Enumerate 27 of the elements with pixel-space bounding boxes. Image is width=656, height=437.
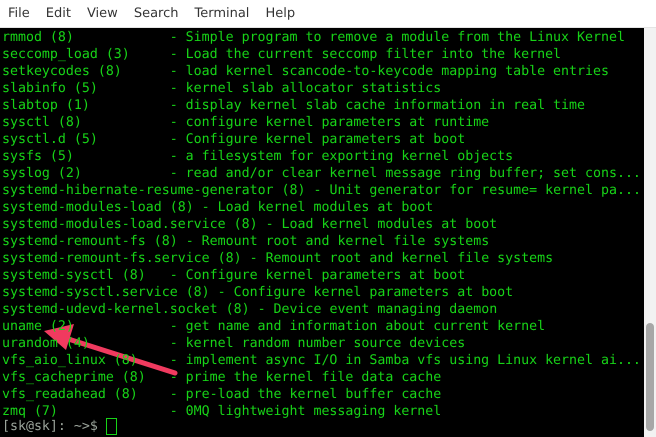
menu-item[interactable]: Help [259, 3, 302, 24]
terminal-line: vfs_readahead (8) - pre-load the kernel buffer cache [2, 386, 442, 403]
terminal-line: systemd-udevd-kernel.socket (8) - Device event managing daemon [2, 301, 498, 318]
menu-item[interactable]: Search [128, 3, 184, 24]
menu-item[interactable]: Edit [40, 3, 77, 24]
menu-item[interactable]: Terminal [188, 3, 256, 24]
terminal-line: systemd-hibernate-resume-generator (8) - Unit generator for resume= kernel pa... [2, 182, 641, 199]
terminal-line: rmmod (8) - Simple program to remove a module from the Linux Kernel [2, 29, 625, 46]
terminal-line: setkeycodes (8) - load kernel scancode-to-keycode mapping table entries [2, 63, 609, 80]
terminal-line: vfs_cacheprime (8) - prime the kernel file data cache [2, 369, 442, 386]
terminal-line: syslog (2) - read and/or clear kernel message ring buffer; set cons... [2, 165, 641, 182]
shell-prompt: [sk@sk]: ~>$ [2, 418, 98, 435]
terminal-line: slabtop (1) - display kernel slab cache information in real time [2, 97, 586, 114]
terminal-line: sysfs (5) - a filesystem for exporting kernel objects [2, 148, 514, 165]
terminal-line: seccomp_load (3) - Load the current seccomp filter into the kernel [2, 46, 562, 63]
terminal-line: sysctl.d (5) - Configure kernel parameters at boot [2, 131, 466, 148]
terminal-line: systemd-remount-fs (8) - Remount root and kernel file systems [2, 233, 490, 250]
terminal-line: systemd-modules-load (8) - Load kernel modules at boot [2, 199, 434, 216]
terminal-line: systemd-sysctl (8) - Configure kernel parameters at boot [2, 267, 466, 284]
terminal-line: systemd-remount-fs.service (8) - Remount root and kernel file systems [2, 250, 554, 267]
terminal-line: slabinfo (5) - kernel slab allocator statistics [2, 80, 442, 97]
menu-item[interactable]: View [80, 3, 124, 24]
terminal-line: systemd-sysctl.service (8) - Configure kernel parameters at boot [2, 284, 514, 301]
menu-item[interactable]: File [2, 3, 36, 24]
terminal-line: sysctl (8) - configure kernel parameters at runtime [2, 114, 490, 131]
terminal-line: systemd-modules-load.service (8) - Load kernel modules at boot [2, 216, 498, 233]
terminal-line: zmq (7) - 0MQ lightweight messaging kernel [2, 403, 442, 420]
